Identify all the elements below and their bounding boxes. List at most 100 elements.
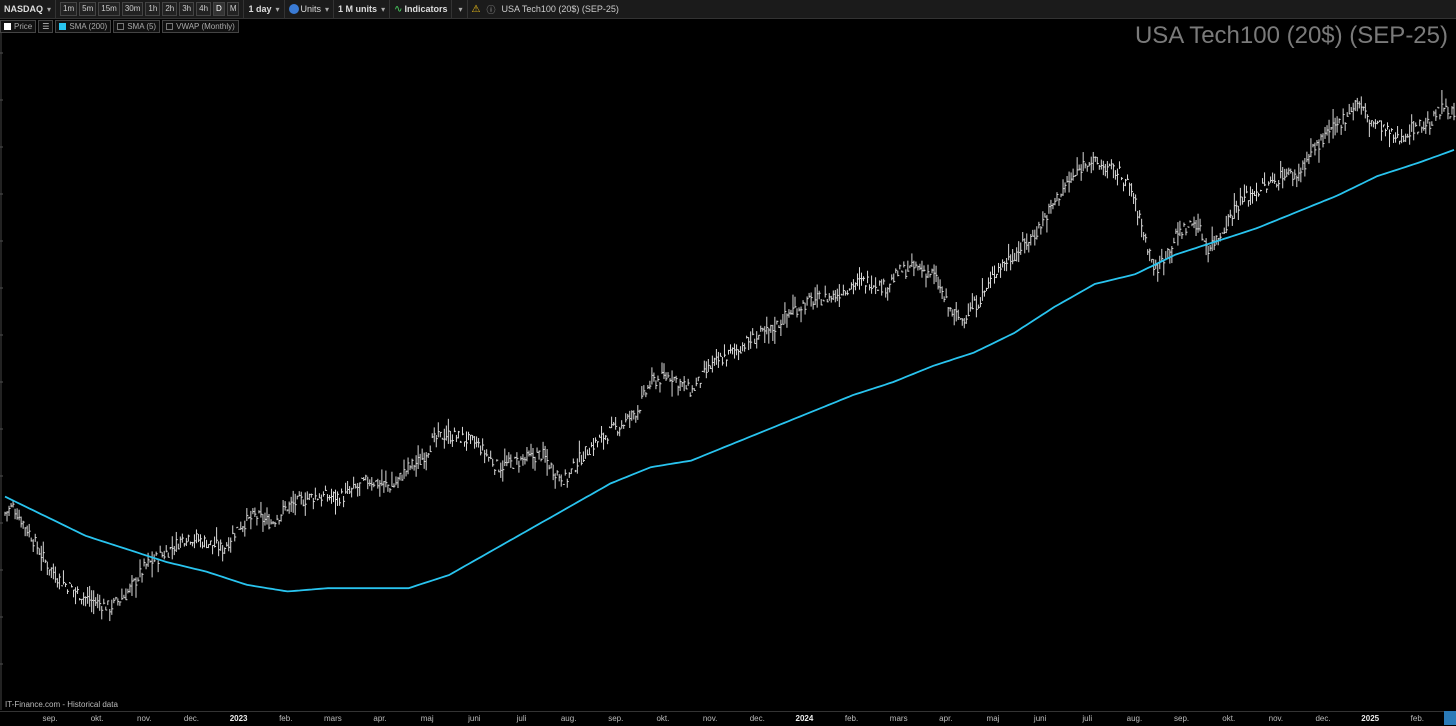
- interval-button-d[interactable]: D: [213, 2, 225, 16]
- price-bar: [536, 447, 539, 453]
- price-bar: [139, 559, 142, 578]
- indicators-button[interactable]: ∿ Indicators: [390, 0, 453, 18]
- price-bar: [1382, 124, 1385, 128]
- price-bar: [945, 288, 948, 299]
- price-bar: [1421, 126, 1424, 133]
- exchange-selector[interactable]: NASDAQ ▾: [0, 0, 57, 18]
- scroll-corner-icon[interactable]: [1444, 711, 1456, 725]
- price-bar: [1092, 151, 1095, 171]
- m-units-selector[interactable]: 1 M units ▾: [334, 0, 391, 18]
- price-bar: [768, 328, 771, 344]
- price-chart[interactable]: [0, 33, 1456, 710]
- price-bar: [1425, 117, 1428, 134]
- info-icon[interactable]: ⓘ: [486, 3, 495, 16]
- price-bar: [256, 515, 259, 526]
- price-bar: [433, 427, 436, 443]
- price-bar: [806, 296, 809, 306]
- price-bar: [419, 453, 422, 465]
- price-bar: [447, 418, 450, 444]
- interval-button-30m[interactable]: 30m: [121, 2, 144, 16]
- price-bar: [1294, 169, 1297, 180]
- price-bar: [675, 375, 678, 383]
- interval-button-m[interactable]: M: [226, 2, 240, 16]
- price-bar: [578, 440, 581, 463]
- price-bar: [1102, 160, 1105, 176]
- price-bar: [409, 465, 412, 471]
- x-tick-label: nov.: [702, 714, 718, 723]
- price-bar: [635, 415, 638, 423]
- price-bar: [574, 469, 577, 473]
- price-bar: [425, 452, 428, 471]
- period-selector[interactable]: 1 day ▾: [244, 0, 285, 18]
- list-icon: ☰: [42, 21, 50, 31]
- price-bar: [1326, 125, 1329, 136]
- price-bar: [865, 285, 868, 294]
- legend-price[interactable]: Price: [0, 19, 37, 33]
- price-bar: [1084, 162, 1087, 169]
- interval-button-4h[interactable]: 4h: [196, 2, 212, 16]
- price-bar: [522, 454, 525, 466]
- price-bar: [478, 438, 481, 448]
- indicators-dropdown[interactable]: ▾: [452, 0, 468, 18]
- price-bar: [854, 282, 857, 291]
- price-bar: [814, 287, 817, 306]
- price-bar: [1249, 186, 1252, 206]
- legend-sma5[interactable]: SMA (5): [113, 19, 161, 33]
- price-bar: [437, 422, 440, 438]
- price-bar: [459, 440, 462, 443]
- x-tick-label: nov.: [137, 714, 152, 723]
- legend-settings[interactable]: ☰: [38, 19, 54, 33]
- x-tick-label: feb.: [844, 714, 859, 723]
- price-bar: [264, 512, 267, 526]
- price-bar: [804, 302, 807, 315]
- price-bar: [1348, 103, 1351, 115]
- x-tick-label: okt.: [656, 714, 670, 723]
- price-bar: [596, 441, 599, 448]
- price-bar: [1006, 258, 1009, 272]
- price-bar: [572, 458, 575, 464]
- price-bar: [210, 540, 213, 546]
- units-selector[interactable]: Units ▾: [285, 0, 335, 18]
- price-bar: [717, 351, 720, 368]
- units-label: Units: [300, 4, 322, 14]
- price-bar: [895, 268, 898, 274]
- price-bar: [1419, 119, 1422, 127]
- price-bar: [204, 535, 207, 548]
- interval-button-15m[interactable]: 15m: [98, 2, 120, 16]
- x-tick-label: juni: [468, 714, 481, 723]
- price-bar: [268, 513, 271, 530]
- price-bar: [838, 284, 841, 308]
- legend-vwap[interactable]: VWAP (Monthly): [162, 19, 239, 33]
- interval-button-1m[interactable]: 1m: [60, 2, 78, 16]
- warning-icon[interactable]: ⚠: [472, 4, 481, 15]
- interval-button-2h[interactable]: 2h: [162, 2, 178, 16]
- price-bar: [687, 378, 690, 386]
- price-bar: [659, 381, 662, 393]
- globe-icon: [288, 4, 299, 14]
- price-bar: [1229, 209, 1232, 218]
- price-bar: [903, 261, 906, 268]
- price-bar: [30, 537, 33, 542]
- x-tick-label: dec.: [1315, 714, 1331, 723]
- price-bar: [1116, 168, 1119, 186]
- price-bar: [1141, 218, 1144, 238]
- interval-button-5m[interactable]: 5m: [79, 2, 97, 16]
- price-bar: [599, 434, 602, 438]
- price-bar: [246, 508, 249, 522]
- legend-sma200[interactable]: SMA (200): [55, 19, 112, 33]
- interval-button-1h[interactable]: 1h: [145, 2, 161, 16]
- price-bar: [631, 410, 634, 421]
- price-bar: [1276, 183, 1279, 188]
- price-bar: [1070, 172, 1073, 183]
- price-bar: [1360, 96, 1363, 115]
- price-bar: [711, 355, 714, 373]
- price-bar: [191, 541, 194, 547]
- price-bar: [298, 491, 301, 497]
- price-bar: [582, 451, 585, 463]
- price-bar: [1292, 172, 1295, 187]
- price-bar: [343, 495, 346, 508]
- interval-button-3h[interactable]: 3h: [179, 2, 195, 16]
- price-bar: [206, 539, 209, 549]
- x-tick-label: aug.: [1126, 714, 1143, 723]
- price-bar: [466, 431, 469, 451]
